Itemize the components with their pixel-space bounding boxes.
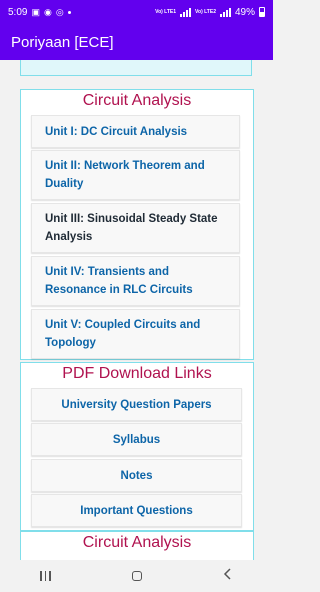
important-questions-button[interactable]: Important Questions xyxy=(31,494,242,527)
pdf-download-section: PDF Download Links University Question P… xyxy=(20,362,254,531)
content-scroll[interactable]: Circuit Analysis Unit I: DC Circuit Anal… xyxy=(0,60,273,560)
signal-icon-2 xyxy=(219,7,231,17)
messenger-icon: ◉ xyxy=(43,6,52,17)
app-bar: Poriyaan [ECE] xyxy=(0,24,273,60)
system-nav-bar xyxy=(0,560,273,592)
whatsapp-icon: ◎ xyxy=(55,6,64,17)
notification-dot-icon xyxy=(67,10,71,14)
signal-icon-1 xyxy=(180,7,192,17)
section-title: Circuit Analysis xyxy=(82,92,192,109)
question-papers-button[interactable]: University Question Papers xyxy=(31,388,242,421)
unit-4-button[interactable]: Unit IV: Transients and Resonance in RLC… xyxy=(31,256,240,306)
previous-card xyxy=(20,60,252,76)
battery-percent: 49% xyxy=(234,6,255,18)
status-bar: 5:09 ▣ ◉ ◎ Vo) LTE1 Vo) LTE2 49% xyxy=(0,0,273,24)
notes-button[interactable]: Notes xyxy=(31,459,242,492)
app-title: Poriyaan [ECE] xyxy=(11,33,114,51)
home-icon[interactable] xyxy=(131,571,142,581)
gallery-icon: ▣ xyxy=(31,6,40,17)
unit-2-button[interactable]: Unit II: Network Theorem and Duality xyxy=(31,150,240,200)
unit-3-button[interactable]: Unit III: Sinusoidal Steady State Analys… xyxy=(31,203,240,253)
battery-icon xyxy=(259,7,265,17)
recent-apps-icon[interactable] xyxy=(40,571,51,581)
status-time: 5:09 xyxy=(8,6,28,18)
circuit-analysis-section: Circuit Analysis Unit I: DC Circuit Anal… xyxy=(20,89,254,360)
network-label-1: Vo) LTE1 xyxy=(155,8,177,15)
syllabus-button[interactable]: Syllabus xyxy=(31,423,242,456)
back-icon[interactable] xyxy=(223,567,233,585)
network-label-2: Vo) LTE2 xyxy=(195,8,216,15)
next-section: Circuit Analysis xyxy=(20,531,254,560)
section-title: PDF Download Links xyxy=(62,365,212,382)
section-title: Circuit Analysis xyxy=(82,534,192,551)
unit-1-button[interactable]: Unit I: DC Circuit Analysis xyxy=(31,115,240,148)
unit-5-button[interactable]: Unit V: Coupled Circuits and Topology xyxy=(31,309,240,359)
